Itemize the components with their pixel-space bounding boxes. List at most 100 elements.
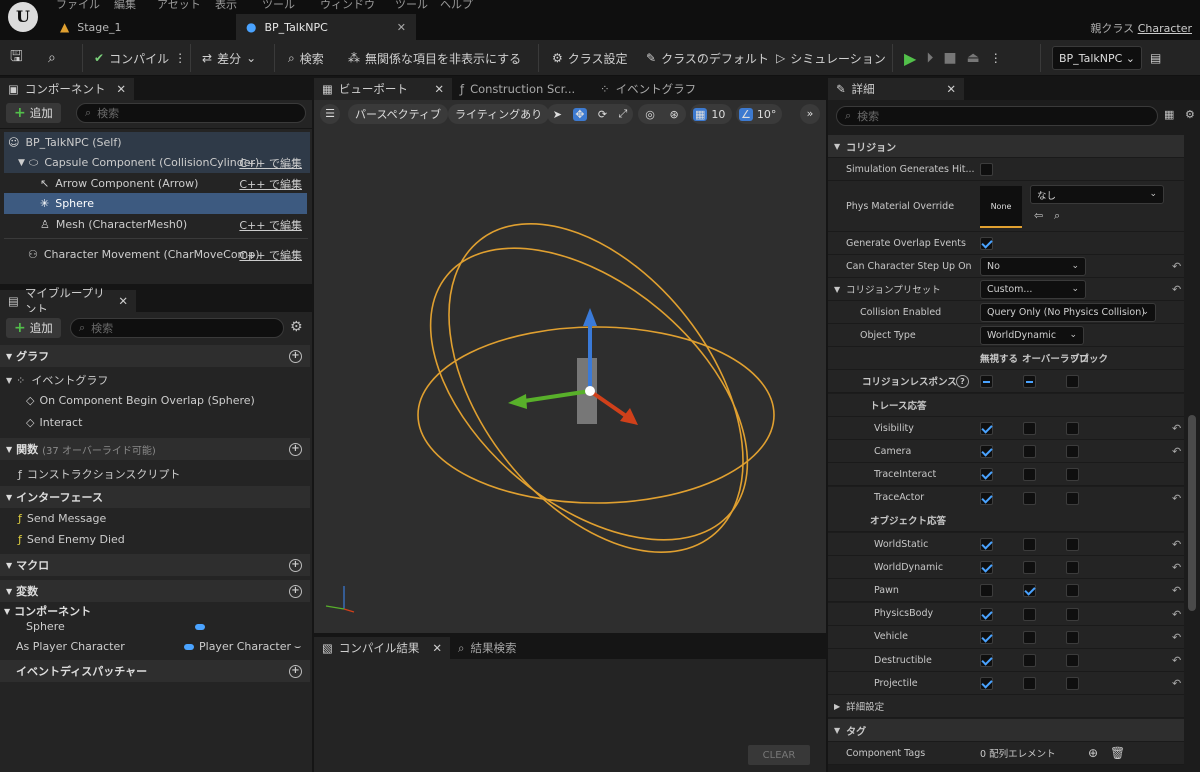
surface-snap-icon[interactable]: ⊛ — [669, 108, 678, 121]
add-graph-icon[interactable]: + — [289, 349, 302, 363]
block-checkbox[interactable] — [1066, 630, 1079, 644]
stop-icon[interactable]: ■ — [943, 50, 956, 66]
search-button[interactable]: ⌕ 検索 — [288, 46, 324, 70]
ignore-checkbox[interactable] — [980, 561, 993, 575]
collision-enabled-dropdown[interactable]: Query Only (No Physics Collision) ⌄ — [980, 303, 1156, 322]
all-block-checkbox[interactable] — [1066, 375, 1079, 388]
section-tags[interactable]: ▼ タグ — [828, 719, 1184, 742]
tab-event-graph[interactable]: ⁘ イベントグラフ — [592, 78, 712, 100]
lighting-button[interactable]: ライティングあり — [448, 104, 550, 124]
overlap-checkbox[interactable] — [1023, 491, 1036, 505]
reset-icon[interactable]: ↶ — [1172, 283, 1181, 296]
sim-gen-hit-checkbox[interactable] — [980, 163, 993, 176]
menu-window[interactable]: ウィンドウ — [320, 0, 375, 12]
menu-asset[interactable]: アセット — [157, 0, 201, 12]
section-graph[interactable]: ▼ グラフ + — [0, 345, 310, 367]
menu-tools[interactable]: ツール — [262, 0, 295, 12]
section-collision[interactable]: ▼ コリジョン — [828, 135, 1184, 158]
reset-icon[interactable]: ↶ — [1172, 492, 1181, 505]
details-search[interactable]: ⌕ 検索 — [836, 106, 1158, 126]
diff-button[interactable]: ⇄ 差分 ⌄ — [202, 46, 256, 70]
overlap-checkbox[interactable] — [1023, 422, 1036, 435]
reset-icon[interactable]: ↶ — [1172, 561, 1181, 574]
translate-icon[interactable]: ✥ — [573, 107, 587, 121]
table-view-icon[interactable]: ▦ — [1164, 108, 1174, 121]
reset-icon[interactable]: ↶ — [1172, 631, 1181, 644]
all-ignore-checkbox[interactable] — [980, 375, 993, 388]
ignore-checkbox[interactable] — [980, 630, 993, 644]
close-icon[interactable]: ✕ — [434, 82, 444, 96]
menu-edit[interactable]: 編集 — [114, 0, 136, 12]
event-item[interactable]: ◇ On Component Begin Overlap (Sphere) — [26, 394, 255, 407]
eject-icon[interactable]: ⏏ — [967, 50, 980, 66]
ignore-checkbox[interactable] — [980, 654, 993, 667]
ignore-checkbox[interactable] — [980, 607, 993, 621]
ignore-checkbox[interactable] — [980, 677, 993, 691]
perspective-button[interactable]: パースペクティブ — [348, 104, 449, 124]
menu-help[interactable]: ヘルプ — [440, 0, 473, 12]
tab-compile-results[interactable]: ▧ コンパイル結果 ✕ — [314, 637, 450, 659]
ignore-checkbox[interactable] — [980, 445, 993, 459]
debug-browse-button[interactable]: ▤ — [1150, 46, 1161, 70]
add-dispatcher-icon[interactable]: + — [289, 664, 302, 678]
myblueprint-search[interactable]: ⌕ 検索 — [70, 318, 284, 338]
eye-icon[interactable]: ⌣ — [294, 640, 301, 654]
simulation-button[interactable]: ▷ シミュレーション — [776, 46, 886, 70]
overlap-checkbox[interactable] — [1023, 468, 1036, 482]
section-variables[interactable]: ▼ 変数 + — [0, 580, 310, 602]
reset-icon[interactable]: ↶ — [1172, 422, 1181, 435]
debug-object-select[interactable]: BP_TalkNPC ⌄ — [1052, 46, 1142, 70]
menu-icon[interactable]: ☰ — [320, 104, 340, 124]
section-macros[interactable]: ▼ マクロ + — [0, 554, 310, 576]
edit-in-cpp-link[interactable]: C++ で編集 — [239, 176, 302, 192]
tab-find-results[interactable]: ⌕ 結果検索 — [450, 637, 570, 659]
reset-icon[interactable]: ↶ — [1172, 445, 1181, 458]
variable-item[interactable]: As Player Character — [16, 640, 125, 653]
object-type-dropdown[interactable]: WorldDynamic ⌄ — [980, 326, 1084, 345]
tab-viewport[interactable]: ▦ ビューポート ✕ — [314, 78, 452, 100]
overlap-checkbox[interactable] — [1023, 654, 1036, 667]
overlap-checkbox[interactable] — [1023, 677, 1036, 691]
step-up-dropdown[interactable]: No ⌄ — [980, 257, 1086, 276]
close-icon[interactable]: ✕ — [116, 82, 126, 96]
overlap-checkbox[interactable] — [1023, 538, 1036, 551]
add-variable-icon[interactable]: + — [289, 584, 302, 598]
ignore-checkbox[interactable] — [980, 491, 993, 505]
add-macro-icon[interactable]: + — [289, 558, 302, 572]
class-defaults-button[interactable]: ✎ クラスのデフォルト — [646, 46, 769, 70]
reset-icon[interactable]: ↶ — [1172, 584, 1181, 597]
clear-button[interactable]: CLEAR — [748, 745, 810, 765]
interface-item[interactable]: ƒ Send Message — [18, 512, 106, 525]
edit-in-cpp-link[interactable]: C++ で編集 — [239, 247, 302, 263]
step-icon[interactable]: ⏵ — [926, 50, 933, 66]
more-icon[interactable]: ⋮ — [174, 51, 186, 65]
phys-material-dropdown[interactable]: なし ⌄ — [1030, 185, 1164, 204]
reset-icon[interactable]: ↶ — [1172, 538, 1181, 551]
component-mesh[interactable]: ♙ Mesh (CharacterMesh0) C++ で編集 — [4, 214, 310, 235]
world-icon[interactable]: ◎ — [645, 108, 655, 121]
overlap-checkbox[interactable] — [1023, 607, 1036, 621]
reset-icon[interactable]: ↶ — [1172, 654, 1181, 667]
more-options-icon[interactable]: » — [800, 104, 820, 124]
component-self[interactable]: ☺ BP_TalkNPC (Self) — [4, 132, 310, 153]
section-advanced[interactable]: ▶ 詳細設定 — [828, 695, 1184, 718]
ignore-checkbox[interactable] — [980, 584, 993, 598]
construction-script-item[interactable]: ƒ コンストラクションスクリプト — [18, 466, 180, 482]
block-checkbox[interactable] — [1066, 654, 1079, 667]
event-graph-item[interactable]: ▼ ⁘ イベントグラフ — [6, 372, 108, 388]
gen-overlap-checkbox[interactable] — [980, 237, 993, 250]
overlap-checkbox[interactable] — [1023, 630, 1036, 644]
gear-icon[interactable]: ⚙ — [1185, 108, 1195, 121]
overlap-checkbox[interactable] — [1023, 584, 1036, 598]
event-item[interactable]: ◇ Interact — [26, 416, 82, 429]
trash-icon[interactable]: 🗑 — [1110, 746, 1125, 760]
ignore-checkbox[interactable] — [980, 538, 993, 551]
reset-icon[interactable]: ↶ — [1172, 260, 1181, 273]
unreal-logo[interactable]: U — [8, 2, 38, 32]
section-interfaces[interactable]: ▼ インターフェース — [0, 486, 310, 508]
component-movement[interactable]: ⚇ Character Movement (CharMoveComp) C++ … — [4, 244, 310, 265]
add-function-icon[interactable]: + — [289, 442, 302, 456]
browse-button[interactable]: ⌕ — [48, 46, 56, 70]
tab-my-blueprint[interactable]: ▤ マイブループリント ✕ — [0, 286, 136, 316]
help-icon[interactable]: ? — [956, 374, 969, 388]
